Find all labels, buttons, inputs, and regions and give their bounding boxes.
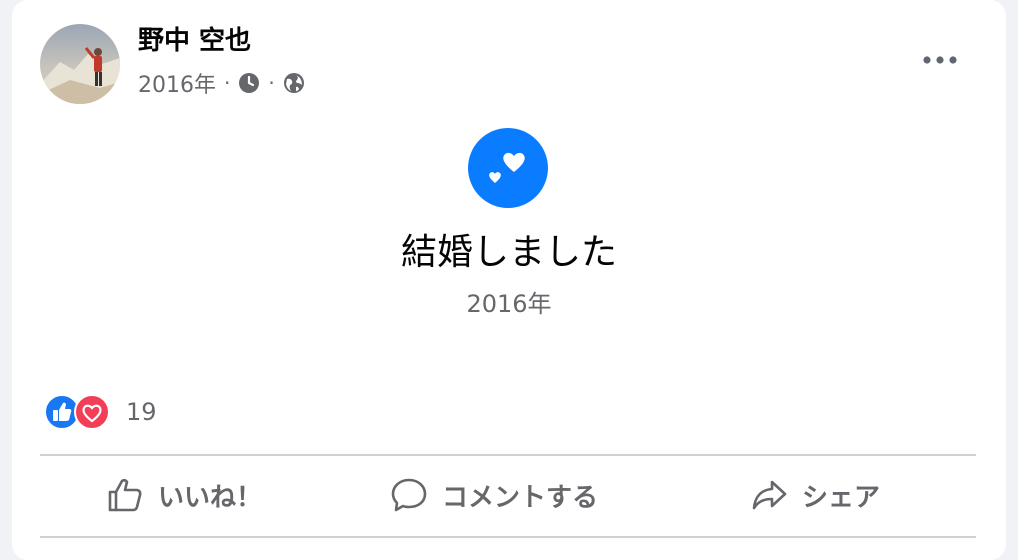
- love-reaction-icon: [74, 394, 110, 430]
- comment-icon: [391, 478, 427, 512]
- clock-icon: [239, 73, 260, 93]
- like-button[interactable]: いいね！: [106, 470, 262, 520]
- hearts-icon: [468, 128, 548, 208]
- reactions-summary[interactable]: 19: [44, 394, 157, 430]
- more-horizontal-icon: [923, 56, 957, 64]
- comment-button[interactable]: コメントする: [390, 470, 598, 520]
- share-icon: [752, 480, 787, 510]
- globe-icon[interactable]: [283, 72, 305, 94]
- share-button[interactable]: シェア: [750, 470, 880, 520]
- divider: [40, 454, 976, 456]
- life-event-icon: [468, 128, 548, 208]
- post-timestamp[interactable]: 2016年: [138, 67, 216, 99]
- reaction-count[interactable]: 19: [126, 398, 157, 426]
- share-label: シェア: [802, 482, 881, 513]
- divider: [40, 536, 976, 538]
- meta-separator: ·: [224, 71, 231, 95]
- life-event-year: 2016年: [466, 290, 552, 318]
- life-event-title: 結婚しました: [400, 232, 617, 273]
- author-name[interactable]: 野中 空也: [138, 24, 251, 58]
- post-meta: 2016年 · ·: [138, 68, 305, 98]
- meta-separator: ·: [268, 71, 275, 95]
- author-avatar[interactable]: [40, 24, 120, 104]
- more-options-button[interactable]: [920, 46, 960, 74]
- comment-label: コメントする: [442, 482, 599, 513]
- thumbs-up-icon: [108, 478, 142, 512]
- like-label: いいね！: [158, 482, 263, 513]
